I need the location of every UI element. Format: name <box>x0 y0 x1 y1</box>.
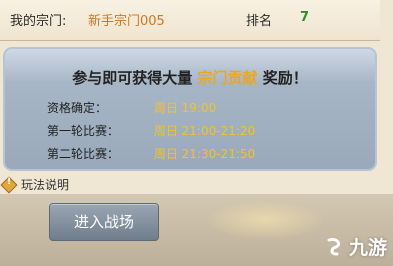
decorative-glow <box>205 200 325 240</box>
enter-battlefield-button[interactable]: 进入战场 <box>49 203 159 241</box>
schedule-row-round2: 第二轮比赛： 周日 21:30-21:50 <box>47 145 255 162</box>
sect-info-panel: 我的宗门: 新手宗门005 排名 7 <box>0 0 380 41</box>
rank-value: 7 <box>300 10 310 25</box>
headline-text-pre: 参与即可获得大量 <box>72 69 193 87</box>
jiuyou-watermark: 九游 <box>324 233 387 260</box>
schedule-value: 周日 21:30-21:50 <box>153 147 256 161</box>
my-sect-label: 我的宗门: <box>10 14 67 29</box>
gameplay-help-link[interactable]: 玩法说明 <box>0 176 70 193</box>
event-info-panel: 参与即可获得大量 宗门贡献 奖励！ 资格确定： 周日 19:00 第一轮比赛： … <box>3 47 377 171</box>
schedule-label: 第一轮比赛： <box>47 124 120 138</box>
help-label: 玩法说明 <box>21 178 70 192</box>
reward-headline: 参与即可获得大量 宗门贡献 奖励！ <box>5 67 375 88</box>
info-diamond-icon <box>0 176 18 193</box>
schedule-value: 周日 19:00 <box>153 101 217 115</box>
schedule-label: 第二轮比赛： <box>47 147 120 161</box>
schedule-value: 周日 21:00-21:20 <box>153 124 256 138</box>
jiuyou-logo-icon <box>327 237 341 255</box>
schedule-row-round1: 第一轮比赛： 周日 21:00-21:20 <box>47 122 255 139</box>
schedule-row-qualify: 资格确定： 周日 19:00 <box>47 99 216 116</box>
rank-label: 排名 <box>246 14 273 29</box>
watermark-text: 九游 <box>348 237 387 259</box>
my-sect-name: 新手宗门005 <box>88 14 165 29</box>
headline-highlight: 宗门贡献 <box>197 69 258 87</box>
headline-text-post: 奖励！ <box>262 69 308 87</box>
schedule-label: 资格确定： <box>47 101 108 115</box>
